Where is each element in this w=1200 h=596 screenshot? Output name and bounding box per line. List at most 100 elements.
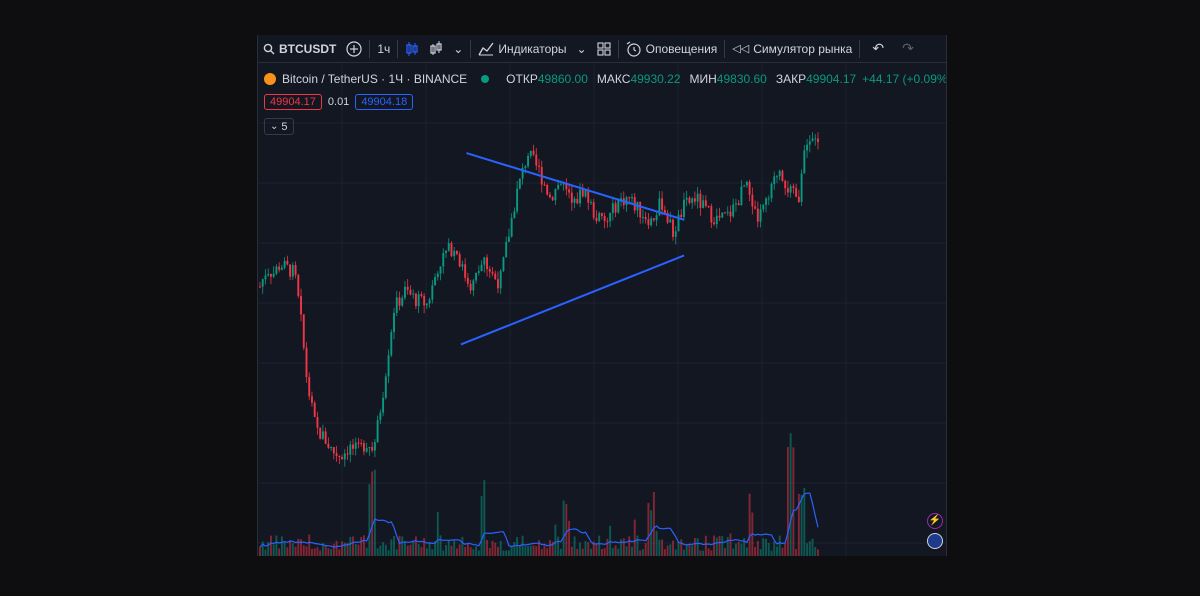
volume-bar <box>352 536 354 556</box>
candle-body <box>759 209 762 222</box>
buy-button[interactable]: 49904.18 <box>355 94 414 110</box>
volume-bar <box>538 540 540 556</box>
replay-button[interactable]: ◁◁ Симулятор рынка <box>727 35 857 62</box>
volume-bar <box>548 540 551 556</box>
candle-body <box>488 269 491 272</box>
volume-bar <box>417 543 420 556</box>
collapse-indicators-button[interactable]: ⌄ 5 <box>264 118 294 135</box>
chart-type-dropdown[interactable]: ⌄ <box>448 35 468 62</box>
volume-bar <box>527 545 530 556</box>
volume-bar <box>817 549 819 556</box>
open-value: 49860.00 <box>537 72 588 86</box>
volume-bar <box>529 545 532 556</box>
volume-bar <box>756 540 759 556</box>
undo-button[interactable]: ↶ <box>862 35 894 62</box>
candle-body <box>554 189 557 201</box>
candle-body <box>346 453 349 455</box>
volume-bar <box>784 542 787 556</box>
chart-type-candles-button[interactable] <box>400 35 424 62</box>
search-icon <box>263 43 275 54</box>
indicators-button[interactable]: Индикаторы <box>473 35 571 62</box>
volume-bar <box>576 548 579 556</box>
interval-label: 1ч <box>377 41 391 56</box>
candle-body <box>606 221 609 223</box>
candle-body <box>341 457 344 460</box>
volume-bar <box>376 548 379 556</box>
trendline-upper[interactable] <box>466 152 685 221</box>
volume-bar <box>341 541 344 556</box>
divider <box>724 39 726 58</box>
redo-button[interactable]: ↷ <box>894 35 922 62</box>
candle-body <box>628 197 631 199</box>
price-chart[interactable] <box>258 63 946 556</box>
lightning-icon[interactable]: ⚡ <box>927 513 943 529</box>
volume-bar <box>319 550 322 556</box>
candle-body <box>590 202 592 204</box>
volume-bar <box>792 447 795 556</box>
volume-bar <box>439 535 442 556</box>
candle-body <box>439 266 442 274</box>
candle-body <box>631 197 633 199</box>
chevron-down-icon: ⌄ <box>270 121 279 132</box>
candle-body <box>294 264 297 275</box>
volume-bar <box>264 549 267 556</box>
chevron-down-icon: ⌄ <box>576 41 587 56</box>
volume-bar <box>308 534 311 556</box>
volume-bar <box>382 542 385 556</box>
volume-bar <box>338 549 341 556</box>
volume-bar <box>477 550 480 556</box>
candle-body <box>518 178 521 189</box>
candle-body <box>466 277 469 284</box>
candle-body <box>797 196 800 202</box>
volume-bar <box>614 545 617 556</box>
compare-button[interactable] <box>341 35 367 62</box>
volume-bar <box>269 535 272 556</box>
volume-bar <box>401 536 404 556</box>
sell-button[interactable]: 49904.17 <box>264 94 322 110</box>
volume-bar <box>480 495 483 556</box>
candle-body <box>382 397 385 413</box>
candle-body <box>423 295 426 306</box>
bitcoin-logo-icon <box>264 73 276 85</box>
volume-bar <box>754 547 757 556</box>
volume-bar <box>518 545 521 556</box>
volume-bar <box>641 549 644 556</box>
candle-body <box>674 231 677 237</box>
candle-body <box>641 216 644 218</box>
divider <box>470 39 472 58</box>
volume-bar <box>781 547 784 556</box>
candle-body <box>751 194 754 207</box>
trendline-lower[interactable] <box>460 254 685 346</box>
candle-body <box>713 222 716 225</box>
volume-bar <box>814 546 817 556</box>
volume-bar <box>502 550 505 556</box>
layouts-button[interactable] <box>592 35 616 62</box>
candle-body <box>611 203 614 214</box>
alerts-button[interactable]: Оповещения <box>621 35 723 62</box>
volume-bar <box>357 544 360 556</box>
volume-bar <box>652 492 655 556</box>
candle-body <box>316 417 319 428</box>
candle-body <box>425 303 428 306</box>
candle-body <box>765 198 767 205</box>
candle-body <box>776 176 778 178</box>
volume-bar <box>368 484 371 556</box>
candle-body <box>393 312 395 333</box>
volume-bar <box>524 546 527 556</box>
candle-body <box>710 206 713 223</box>
volume-bar <box>808 541 811 556</box>
candle-body <box>368 447 371 449</box>
volume-bar <box>488 548 491 556</box>
candle-body <box>269 273 272 277</box>
symbol-search-button[interactable]: BTCUSDT <box>258 35 341 62</box>
candle-body <box>644 216 647 220</box>
legend-title: Bitcoin / TetherUS · 1Ч · BINANCE <box>282 72 468 86</box>
indicators-dropdown[interactable]: ⌄ <box>572 35 592 62</box>
candle-body <box>417 294 420 307</box>
chart-type-hollow-button[interactable] <box>424 35 448 62</box>
flag-icon[interactable] <box>927 533 943 549</box>
volume-bar <box>373 469 376 556</box>
interval-button[interactable]: 1ч <box>372 35 395 62</box>
volume-ma-line <box>259 492 819 548</box>
candle-body <box>297 274 300 297</box>
